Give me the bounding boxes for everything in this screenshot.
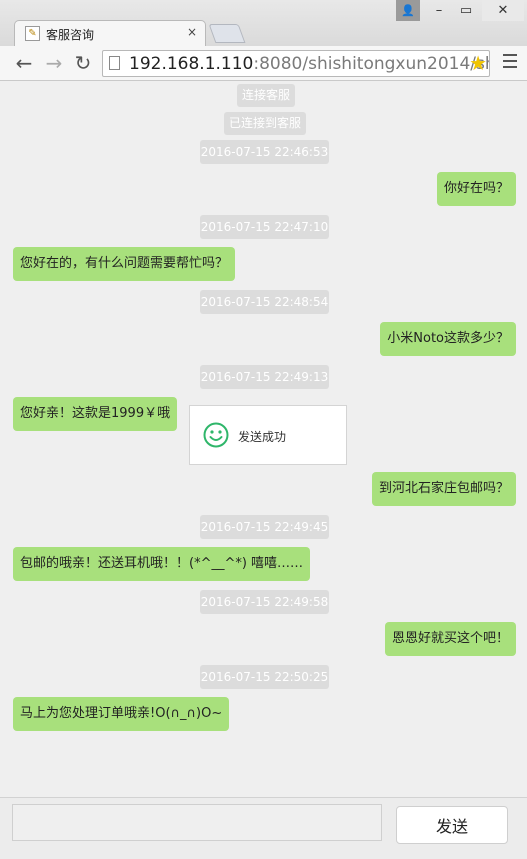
close-window-button[interactable]: ✕: [482, 0, 524, 21]
message-bubble-received: 马上为您处理订单哦亲!O(∩_∩)O~: [13, 697, 230, 731]
timestamp: 2016-07-15 22:47:10: [200, 215, 329, 239]
system-notice: 已连接到客服: [224, 112, 307, 135]
forward-arrow-icon[interactable]: →: [42, 51, 66, 75]
send-button[interactable]: 发送: [396, 806, 508, 844]
user-icon[interactable]: 👤: [396, 0, 420, 21]
system-notice: 连接客服: [237, 84, 296, 107]
menu-icon[interactable]: [503, 54, 517, 72]
address-bar[interactable]: 192.168.1.110:8080/shishitongxun2014/shi…: [102, 50, 490, 77]
timestamp: 2016-07-15 22:48:54: [200, 290, 329, 314]
send-success-toast: 发送成功: [189, 405, 347, 465]
message-input[interactable]: [12, 804, 382, 841]
page-icon: [109, 56, 120, 70]
favicon-icon: ✎: [25, 26, 40, 41]
message-bubble-sent: 到河北石家庄包邮吗？: [371, 472, 516, 506]
bookmark-star-icon[interactable]: ★: [469, 51, 487, 75]
tab-title: 客服咨询: [46, 28, 95, 42]
maximize-button[interactable]: ▭: [454, 0, 478, 21]
timestamp: 2016-07-15 22:46:53: [200, 140, 329, 164]
reload-icon[interactable]: ↻: [71, 51, 95, 75]
message-bubble-received: 您好亲！这款是1999￥哦: [13, 397, 178, 431]
minimize-button[interactable]: –: [428, 0, 450, 21]
message-bubble-received: 包邮的哦亲！还送耳机哦！！(*^__^*) 嘻嘻……: [13, 547, 311, 581]
tab-close-icon[interactable]: ×: [187, 25, 197, 39]
toast-text: 发送成功: [238, 430, 287, 444]
browser-titlebar: 👤 – ▭ ✕ ✎ 客服咨询 ×: [0, 0, 527, 47]
message-bubble-sent: 你好在吗？: [436, 172, 516, 206]
url-text: 192.168.1.110:8080/shishitongxun2014/shi…: [129, 54, 490, 74]
chat-area[interactable]: 连接客服 已连接到客服 2016-07-15 22:46:53 你好在吗？ 20…: [0, 81, 527, 797]
timestamp: 2016-07-15 22:50:25: [200, 665, 329, 689]
message-bubble-sent: 小米Noto这款多少？: [380, 322, 516, 356]
smile-icon: [203, 422, 229, 448]
message-bubble-sent: 恩恩好就买这个吧！: [384, 622, 516, 656]
browser-tab[interactable]: ✎ 客服咨询 ×: [14, 20, 206, 47]
new-tab-button[interactable]: [208, 24, 246, 43]
timestamp: 2016-07-15 22:49:58: [200, 590, 329, 614]
timestamp: 2016-07-15 22:49:45: [200, 515, 329, 539]
message-bubble-received: 您好在的，有什么问题需要帮忙吗？: [13, 247, 236, 281]
message-input-bar: 发送: [0, 797, 527, 859]
timestamp: 2016-07-15 22:49:13: [200, 365, 329, 389]
back-arrow-icon[interactable]: ←: [12, 51, 36, 75]
browser-toolbar: ← → ↻ 192.168.1.110:8080/shishitongxun20…: [0, 46, 527, 81]
